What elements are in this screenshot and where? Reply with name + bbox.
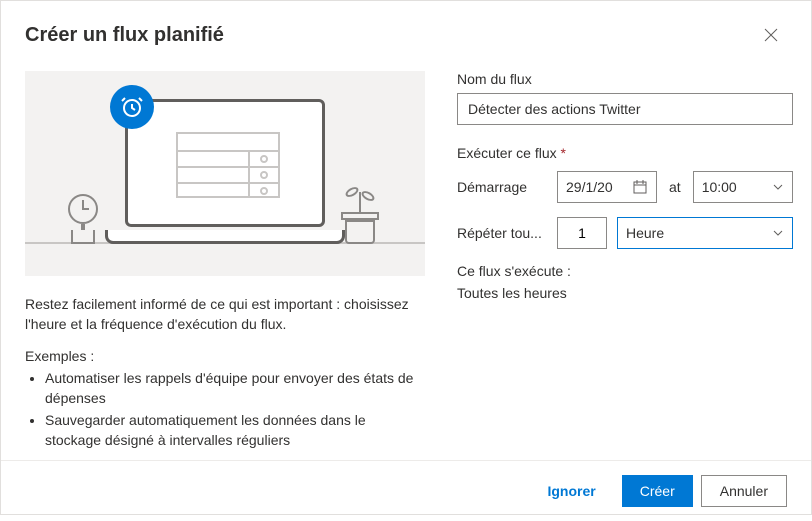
left-panel: Restez facilement informé de ce qui est … xyxy=(25,71,425,452)
list-item: Sauvegarder automatiquement les données … xyxy=(45,410,425,450)
calendar-icon xyxy=(632,179,648,195)
close-icon xyxy=(764,28,778,42)
flow-name-label: Nom du flux xyxy=(457,71,793,87)
create-button[interactable]: Créer xyxy=(622,475,693,507)
summary-value: Toutes les heures xyxy=(457,285,793,301)
run-section-label: Exécuter ce flux * xyxy=(457,145,793,161)
description-text: Restez facilement informé de ce qui est … xyxy=(25,294,425,334)
dialog-title: Créer un flux planifié xyxy=(25,24,224,47)
dialog-footer: Ignorer Créer Annuler xyxy=(1,460,811,521)
scheduled-flow-dialog: Créer un flux planifié xyxy=(0,0,812,515)
required-asterisk: * xyxy=(561,145,566,161)
dialog-content: Restez facilement informé de ce qui est … xyxy=(1,59,811,460)
dialog-header: Créer un flux planifié xyxy=(1,1,811,59)
chevron-down-icon xyxy=(772,227,784,239)
alarm-clock-icon xyxy=(110,85,154,129)
repeat-row: Répéter tou... Heure xyxy=(457,217,793,249)
examples-list: Automatiser les rappels d'équipe pour en… xyxy=(25,368,425,450)
repeat-unit-dropdown[interactable]: Heure xyxy=(617,217,793,249)
chevron-down-icon xyxy=(772,181,784,193)
start-label: Démarrage xyxy=(457,179,547,195)
start-date-input[interactable]: 29/1/20 xyxy=(557,171,657,203)
examples-heading: Exemples : xyxy=(25,348,425,364)
start-row: Démarrage 29/1/20 at 10:00 xyxy=(457,171,793,203)
cancel-button[interactable]: Annuler xyxy=(701,475,787,507)
repeat-count-input[interactable] xyxy=(557,217,607,249)
illustration xyxy=(25,71,425,276)
summary-label: Ce flux s'exécute : xyxy=(457,263,793,279)
at-label: at xyxy=(669,179,681,195)
list-item: Automatiser les rappels d'équipe pour en… xyxy=(45,368,425,408)
close-button[interactable] xyxy=(755,19,787,51)
flow-name-input[interactable] xyxy=(457,93,793,125)
repeat-label: Répéter tou... xyxy=(457,225,547,241)
form-panel: Nom du flux Exécuter ce flux * Démarrage… xyxy=(457,71,793,452)
start-time-dropdown[interactable]: 10:00 xyxy=(693,171,793,203)
start-date-value: 29/1/20 xyxy=(566,179,613,195)
skip-button[interactable]: Ignorer xyxy=(529,475,613,507)
repeat-unit-value: Heure xyxy=(626,225,664,241)
start-time-value: 10:00 xyxy=(702,179,737,195)
